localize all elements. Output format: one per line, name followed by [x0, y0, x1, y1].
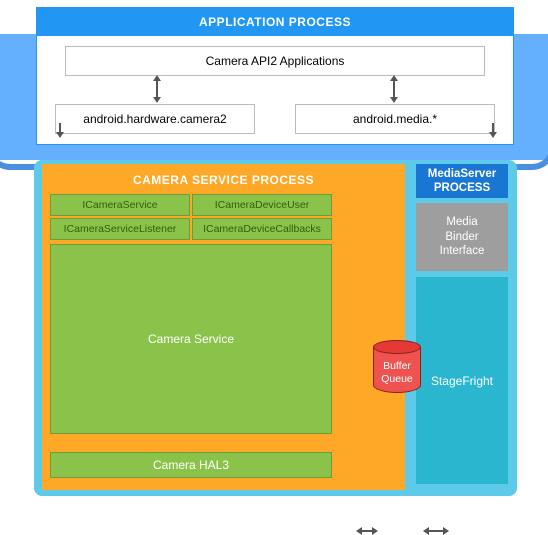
icameradevicecallbacks-cell: ICameraDeviceCallbacks: [192, 218, 332, 240]
android-media-box: android.media.*: [295, 104, 495, 134]
stagefright-box: StageFright: [416, 277, 508, 484]
media-binder-interface-box: MediaBinderInterface: [416, 203, 508, 271]
android-hardware-camera2-box: android.hardware.camera2: [55, 104, 255, 134]
camera-service-process-box: CAMERA SERVICE PROCESS ICameraService IC…: [42, 164, 405, 490]
arrow-media-down: [492, 123, 494, 133]
camera-service-box: Camera Service: [50, 244, 332, 434]
camera-api2-applications-box: Camera API2 Applications: [65, 46, 485, 76]
icameraservicelistener-cell: ICameraServiceListener: [50, 218, 190, 240]
lower-process-container: CAMERA SERVICE PROCESS ICameraService IC…: [34, 160, 517, 496]
application-process-body: Camera API2 Applications android.hardwar…: [37, 36, 513, 144]
application-process-box: APPLICATION PROCESS Camera API2 Applicat…: [36, 7, 514, 145]
arrow-cameraservice-to-bufferqueue: [361, 530, 373, 532]
arrow-bufferqueue-to-stagefright: [428, 530, 444, 532]
camera-hal3-box: Camera HAL3: [50, 452, 332, 478]
buffer-queue-cylinder: BufferQueue: [371, 340, 423, 400]
buffer-queue-lid: [373, 340, 421, 354]
mediaserver-process-title: MediaServer PROCESS: [416, 164, 508, 198]
arrow-api2-to-hwcamera2: [156, 80, 158, 98]
aidl-interfaces-grid: ICameraService ICameraDeviceUser ICamera…: [50, 194, 332, 240]
arrow-api2-to-media: [393, 80, 395, 98]
arrow-hwcamera2-down: [59, 123, 61, 133]
mediaserver-process-box: MediaServer PROCESS MediaBinderInterface…: [416, 164, 508, 490]
camera-service-inner: ICameraService ICameraDeviceUser ICamera…: [50, 194, 332, 484]
mediaserver-title-line2: PROCESS: [434, 182, 490, 194]
icameradeviceuser-cell: ICameraDeviceUser: [192, 194, 332, 216]
icameraservice-cell: ICameraService: [50, 194, 190, 216]
camera-service-process-title: CAMERA SERVICE PROCESS: [42, 164, 405, 196]
mediaserver-title-line1: MediaServer: [428, 168, 496, 180]
application-process-title: APPLICATION PROCESS: [37, 8, 513, 36]
